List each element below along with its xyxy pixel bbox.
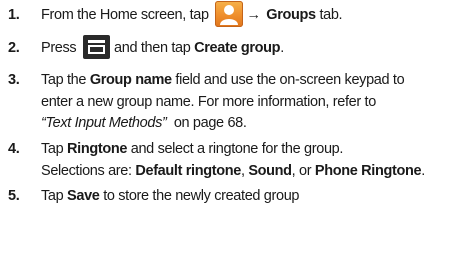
bold-term: Phone Ringtone [314, 162, 422, 179]
step-content: Press and then tap Create group. [41, 35, 471, 60]
step-text: on page 68. [173, 115, 247, 131]
step-text: Tap [41, 141, 64, 157]
step-text: , [240, 162, 245, 179]
bold-term: Create group [194, 40, 281, 56]
step-content: Tap Save to store the newly created grou… [41, 186, 471, 208]
step-text: Selections are: [41, 162, 132, 179]
step-line: “Text Input Methods” on page 68. [41, 113, 471, 135]
step-number: 4. [8, 141, 20, 157]
step-text: Press [41, 40, 77, 56]
step-text: field and use the on-screen keypad to [175, 72, 405, 88]
step-line: enter a new group name. For more informa… [41, 93, 376, 110]
step-text: to store the newly created group [103, 188, 300, 204]
step-line: Tap Ringtone and select a ringtone for t… [41, 139, 471, 161]
bold-term: Ringtone [67, 141, 128, 157]
step-line: Selections are: Default ringtone, Sound,… [41, 161, 471, 183]
step-text: From the Home screen, tap [41, 7, 209, 23]
step-text: and select a ringtone for the group. [130, 141, 344, 157]
step-line: Press and then tap Create group. [41, 35, 471, 60]
step-text: . [280, 40, 284, 56]
bold-term: Save [67, 188, 100, 204]
step-text: tab. [319, 7, 343, 23]
step-number: 1. [8, 7, 20, 23]
step-text: . [421, 162, 425, 179]
step-line: Tap the Group name field and use the on-… [41, 70, 471, 92]
step-line: Tap Save to store the newly created grou… [41, 186, 471, 208]
bold-term: Default ringtone [135, 162, 241, 179]
step-text: and then tap [114, 40, 191, 56]
step-text: Tap the [41, 72, 87, 88]
step-number: 5. [8, 188, 20, 204]
step-line: From the Home screen, tap → Groups tab. [41, 1, 471, 28]
step-number: 2. [8, 40, 20, 56]
step-content: Tap Ringtone and select a ringtone for t… [41, 139, 471, 182]
step-text: Tap [41, 188, 64, 204]
arrow-icon: → [246, 7, 261, 23]
bold-term: Groups [266, 7, 316, 23]
contacts-icon [215, 1, 244, 28]
bold-term: Group name [89, 72, 172, 88]
bold-term: Sound [248, 162, 292, 179]
step-number: 3. [8, 72, 20, 88]
step-content: Tap the Group name field and use the on-… [41, 70, 471, 135]
cross-reference: “Text Input Methods” [41, 115, 167, 131]
menu-icon [83, 35, 111, 60]
step-text: , or [291, 162, 312, 179]
step-content: From the Home screen, tap → Groups tab. [41, 1, 471, 28]
